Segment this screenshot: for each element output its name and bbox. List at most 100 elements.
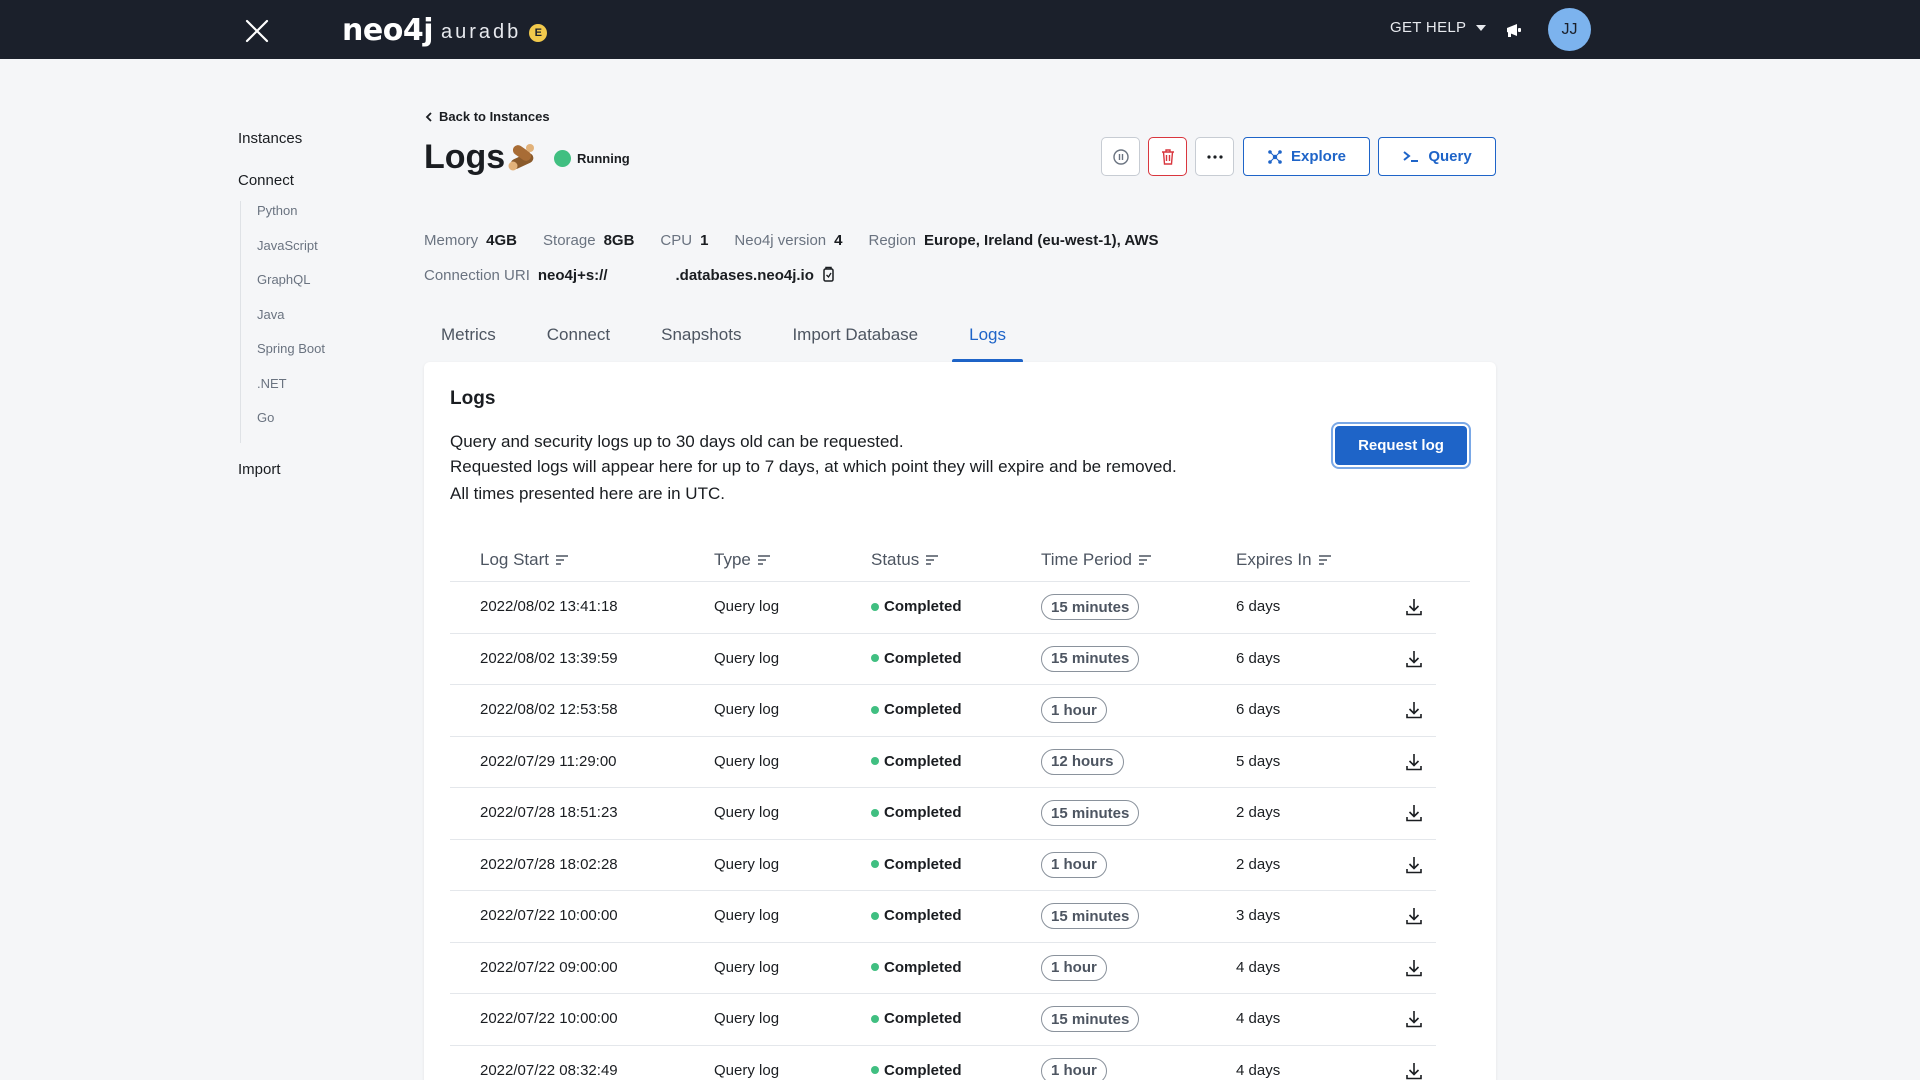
- sidebar-item-connect[interactable]: Connect: [238, 172, 418, 189]
- storage-value: 8GB: [603, 232, 635, 249]
- get-help-label: GET HELP: [1390, 19, 1467, 36]
- download-icon[interactable]: [1403, 957, 1425, 979]
- cell-status-label: Completed: [884, 958, 962, 976]
- delete-button[interactable]: [1148, 137, 1187, 176]
- get-help-menu[interactable]: GET HELP: [1390, 19, 1487, 36]
- cpu-value: 1: [700, 232, 709, 249]
- header-status[interactable]: Status: [871, 550, 939, 570]
- time-period-pill: 1 hour: [1041, 1057, 1107, 1080]
- uri-suffix[interactable]: .databases.neo4j.io: [676, 267, 814, 284]
- storage-label: Storage: [543, 232, 596, 249]
- download-icon[interactable]: [1403, 1008, 1425, 1030]
- download-icon[interactable]: [1403, 1060, 1425, 1080]
- time-period-pill: 1 hour: [1041, 697, 1107, 723]
- cell-status: Completed: [871, 753, 962, 770]
- description-line-2: Requested logs will appear here for up t…: [450, 457, 1177, 476]
- card-description: Query and security logs up to 30 days ol…: [450, 429, 1177, 479]
- table-row: 2022/07/22 09:00:00 Query log Completed 1 h…: [450, 943, 1436, 994]
- tab-snapshots[interactable]: Snapshots: [644, 318, 758, 363]
- tab-metrics[interactable]: Metrics: [424, 318, 513, 363]
- status-dot: [871, 705, 879, 714]
- cell-log-start: 2022/07/28 18:51:23: [480, 804, 618, 821]
- tab-logs[interactable]: Logs: [952, 318, 1023, 363]
- terminal-icon: [1403, 150, 1419, 162]
- connection-uri-row: Connection URI neo4j+s:// .databases.neo…: [424, 266, 836, 284]
- region-label: Region: [868, 232, 917, 249]
- time-period-pill: 15 minutes: [1041, 645, 1140, 672]
- cell-status: Completed: [871, 598, 962, 615]
- copy-icon[interactable]: [820, 266, 836, 284]
- sidebar-item-dotnet[interactable]: .NET: [257, 374, 418, 409]
- tab-connect[interactable]: Connect: [530, 318, 627, 363]
- header-type-label: Type: [714, 550, 751, 569]
- megaphone-icon[interactable]: [1504, 20, 1524, 40]
- time-period-pill: 15 minutes: [1041, 594, 1140, 620]
- sidebar-item-java[interactable]: Java: [257, 305, 418, 340]
- download-icon[interactable]: [1403, 802, 1425, 824]
- pause-button[interactable]: [1101, 137, 1140, 176]
- cell-log-start: 2022/07/28 18:02:28: [480, 855, 618, 873]
- cell-type: Query log: [714, 649, 780, 667]
- status-dot: [871, 963, 879, 971]
- cell-status-label: Completed: [884, 701, 962, 718]
- region-value: Europe, Ireland (eu-west-1), AWS: [924, 232, 1159, 249]
- table-row: 2022/07/28 18:02:28 Query log Completed 1 h…: [450, 840, 1436, 891]
- status-badge: Running: [554, 150, 630, 167]
- download-icon[interactable]: [1403, 905, 1425, 927]
- cell-type: Query log: [714, 804, 780, 821]
- explore-icon: [1268, 149, 1282, 164]
- close-icon[interactable]: [244, 18, 270, 44]
- header-log-start-label: Log Start: [480, 550, 549, 569]
- sidebar-item-python[interactable]: Python: [257, 201, 418, 236]
- sidebar-item-instances[interactable]: Instances: [238, 130, 418, 147]
- status-dot: [871, 757, 879, 765]
- table-row: 2022/07/22 08:32:49 Query log Completed 1 h…: [450, 1046, 1436, 1080]
- sort-icon: [556, 555, 568, 565]
- header-time-period[interactable]: Time Period: [1041, 550, 1152, 570]
- query-button[interactable]: Query: [1378, 137, 1496, 176]
- status-dot: [871, 1066, 879, 1074]
- tab-import-database[interactable]: Import Database: [775, 318, 935, 363]
- logo-neo4j: neo4j: [342, 13, 433, 48]
- sidebar-item-import[interactable]: Import: [238, 461, 418, 478]
- uri-prefix[interactable]: neo4j+s://: [538, 267, 608, 284]
- header-status-label: Status: [871, 550, 920, 569]
- sort-icon: [757, 555, 770, 565]
- cell-status-label: Completed: [884, 804, 962, 821]
- top-bar: neo4j auradb E GET HELP JJ: [0, 0, 1920, 59]
- download-icon[interactable]: [1403, 699, 1425, 721]
- request-log-button[interactable]: Request log: [1335, 426, 1467, 465]
- download-icon[interactable]: [1403, 751, 1425, 773]
- back-to-instances-link[interactable]: Back to Instances: [425, 109, 550, 124]
- header-type[interactable]: Type: [714, 550, 771, 570]
- auradb-logo[interactable]: neo4j auradb E: [342, 13, 548, 48]
- header-log-start[interactable]: Log Start: [480, 550, 569, 570]
- explore-button[interactable]: Explore: [1243, 137, 1370, 176]
- sidebar-item-spring-boot[interactable]: Spring Boot: [257, 339, 418, 374]
- version-value: 4: [834, 232, 843, 249]
- more-options-button[interactable]: [1195, 137, 1234, 176]
- cell-log-start: 2022/07/22 08:32:49: [480, 1061, 618, 1079]
- sidebar: Instances Connect Python JavaScript Grap…: [238, 130, 418, 478]
- cell-type: Query log: [714, 1061, 780, 1079]
- sidebar-item-javascript[interactable]: JavaScript: [257, 236, 418, 271]
- header-expires-in[interactable]: Expires In: [1236, 550, 1332, 570]
- download-icon[interactable]: [1403, 596, 1425, 618]
- download-icon[interactable]: [1403, 648, 1425, 670]
- cell-status: Completed: [871, 1062, 962, 1079]
- cell-type: Query log: [714, 752, 780, 770]
- logs-card: Logs Query and security logs up to 30 da…: [424, 362, 1496, 1080]
- sidebar-item-graphql[interactable]: GraphQL: [257, 270, 418, 305]
- cell-status-label: Completed: [884, 752, 962, 770]
- table-row: 2022/07/22 10:00:00 Query log Completed 15 …: [450, 891, 1436, 943]
- chevron-down-icon: [1476, 24, 1487, 31]
- avatar[interactable]: JJ: [1548, 8, 1591, 51]
- status-label: Running: [577, 151, 630, 166]
- sidebar-item-go[interactable]: Go: [257, 408, 418, 443]
- cell-type: Query log: [714, 907, 780, 924]
- download-icon[interactable]: [1403, 854, 1425, 876]
- cell-status: Completed: [871, 907, 962, 924]
- status-dot: [554, 150, 571, 167]
- cell-type: Query log: [714, 701, 780, 718]
- table-body: 2022/08/02 13:41:18 Query log Completed 15 …: [450, 582, 1470, 1080]
